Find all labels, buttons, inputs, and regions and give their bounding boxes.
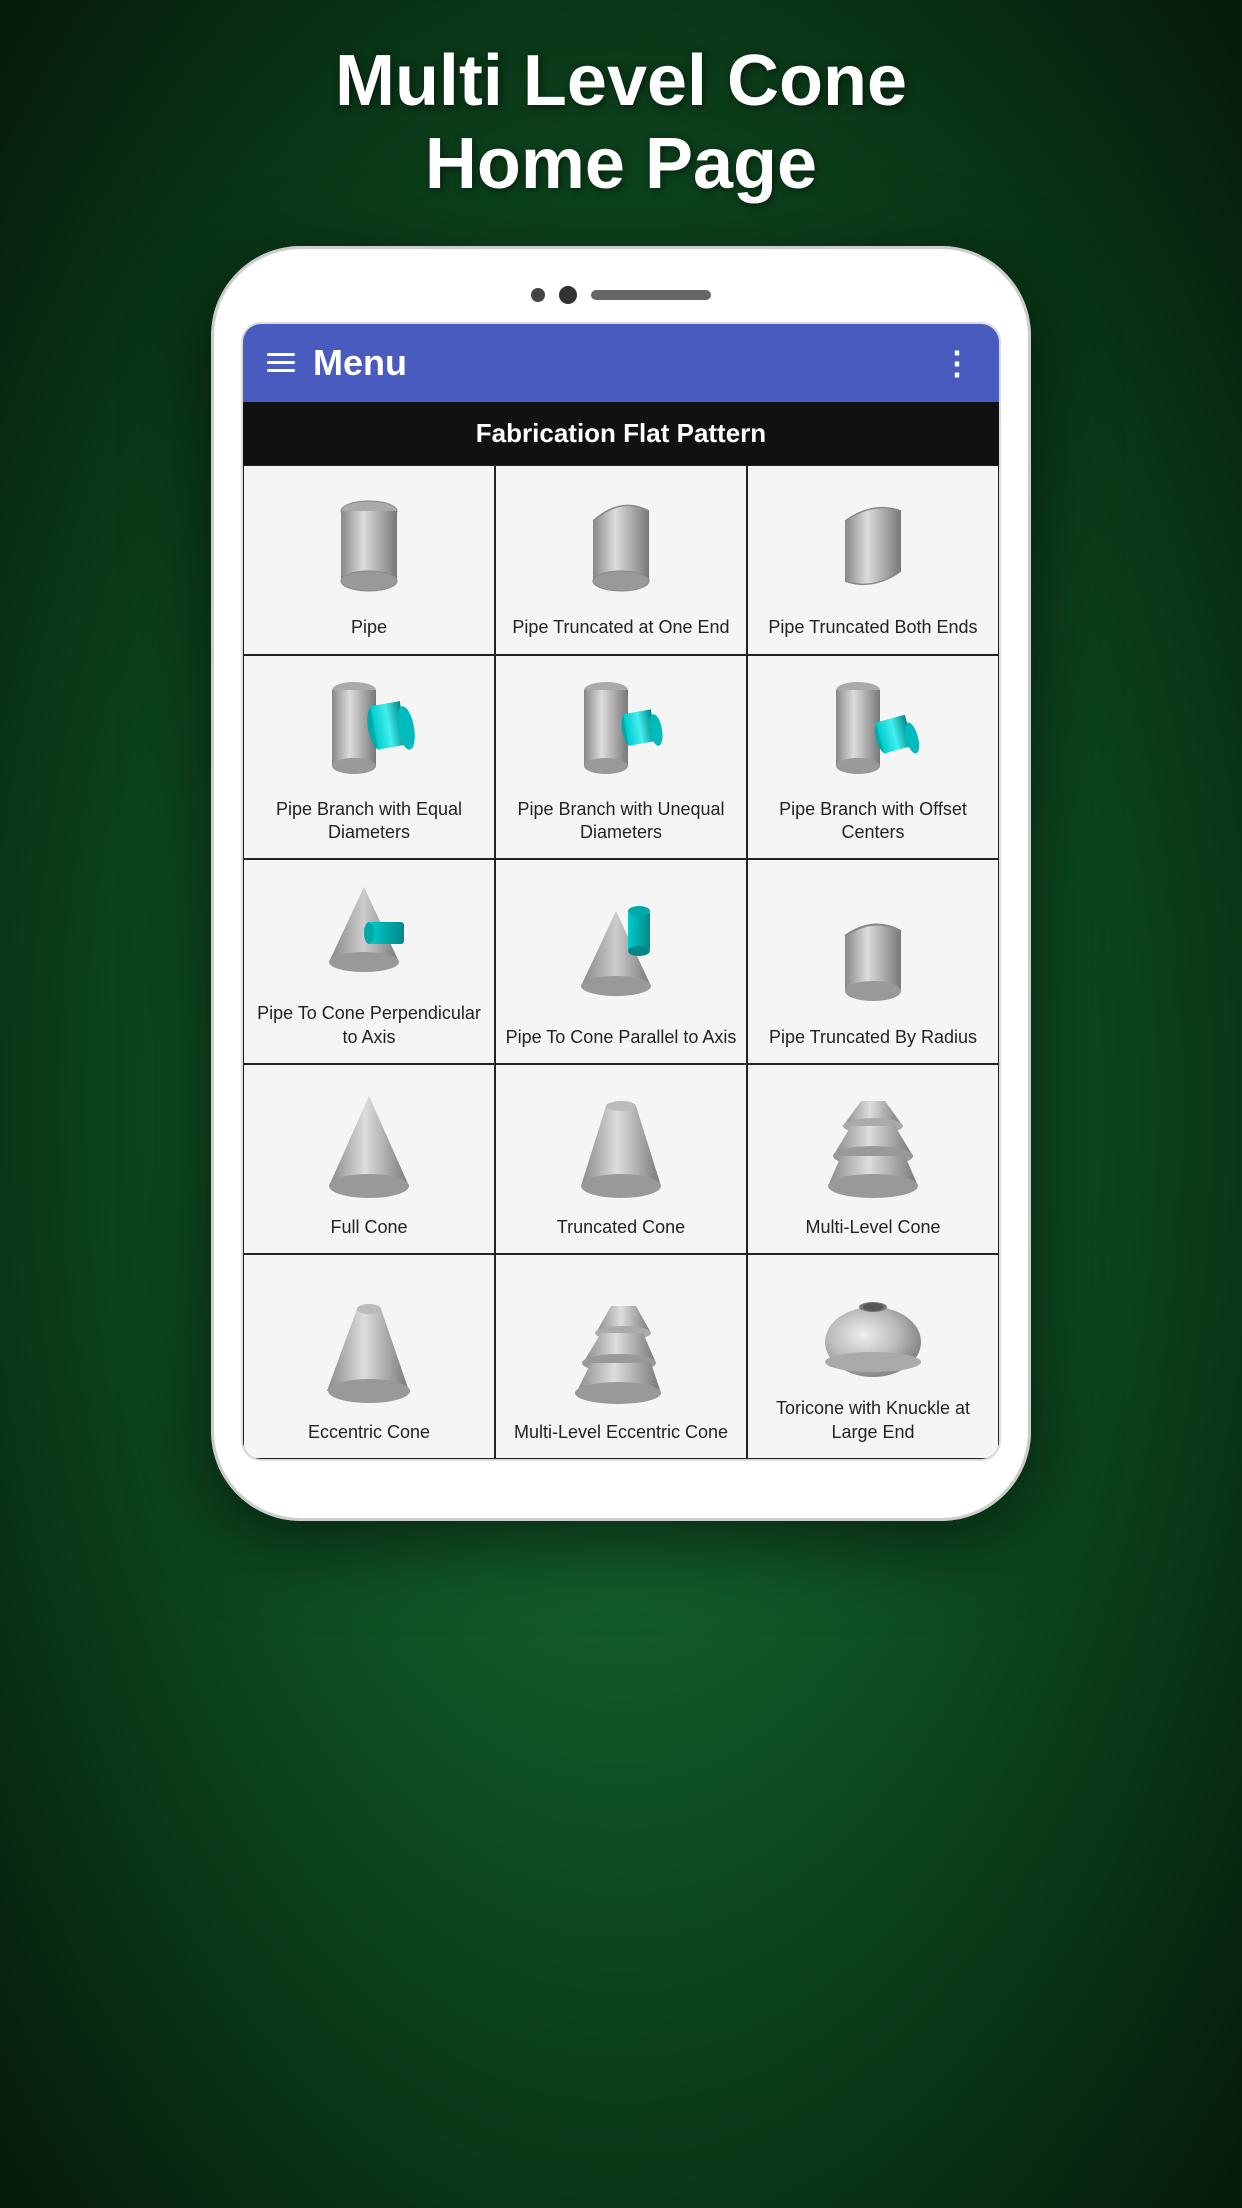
pipe-cone-parallel-image xyxy=(566,896,676,1016)
pipe-cone-perp-image xyxy=(314,872,424,992)
multi-level-eccentric-label: Multi-Level Eccentric Cone xyxy=(514,1421,728,1444)
multi-level-cone-label: Multi-Level Cone xyxy=(805,1216,940,1239)
grid-item-pipe-truncated-both[interactable]: Pipe Truncated Both Ends xyxy=(747,465,999,655)
grid-item-pipe-branch-offset[interactable]: Pipe Branch with Offset Centers xyxy=(747,655,999,860)
grid-item-truncated-cone[interactable]: Truncated Cone xyxy=(495,1064,747,1254)
pipe-truncated-both-image xyxy=(818,486,928,606)
truncated-cone-image xyxy=(566,1086,676,1206)
pipe-branch-offset-image xyxy=(818,668,928,788)
truncated-cone-label: Truncated Cone xyxy=(557,1216,685,1239)
grid-item-eccentric-cone[interactable]: Eccentric Cone xyxy=(243,1254,495,1459)
multi-level-cone-image xyxy=(818,1086,928,1206)
grid-item-pipe-branch-unequal[interactable]: Pipe Branch with Unequal Diameters xyxy=(495,655,747,860)
phone-notch xyxy=(241,286,1001,304)
camera-dot xyxy=(559,286,577,304)
grid-item-multi-level-eccentric[interactable]: Multi-Level Eccentric Cone xyxy=(495,1254,747,1459)
grid-item-full-cone[interactable]: Full Cone xyxy=(243,1064,495,1254)
pipe-cone-perp-label: Pipe To Cone Perpendicular to Axis xyxy=(252,1002,486,1049)
toricone-label: Toricone with Knuckle at Large End xyxy=(756,1397,990,1444)
pipe-label: Pipe xyxy=(351,616,387,639)
pipe-truncated-both-label: Pipe Truncated Both Ends xyxy=(768,616,977,639)
speaker xyxy=(591,290,711,300)
full-cone-image xyxy=(314,1086,424,1206)
multi-level-eccentric-image xyxy=(566,1291,676,1411)
pipe-branch-equal-image xyxy=(314,668,424,788)
pipe-branch-unequal-label: Pipe Branch with Unequal Diameters xyxy=(504,798,738,845)
more-options-icon[interactable]: ⋮ xyxy=(941,344,975,382)
pipe-branch-equal-label: Pipe Branch with Equal Diameters xyxy=(252,798,486,845)
hamburger-icon[interactable] xyxy=(267,353,295,372)
page-title: Multi Level Cone Home Page xyxy=(335,40,907,206)
toricone-image xyxy=(818,1267,928,1387)
eccentric-cone-image xyxy=(314,1291,424,1411)
pipe-cone-parallel-label: Pipe To Cone Parallel to Axis xyxy=(506,1026,737,1049)
pipe-branch-unequal-image xyxy=(566,668,676,788)
front-camera xyxy=(531,288,545,302)
pipe-branch-offset-label: Pipe Branch with Offset Centers xyxy=(756,798,990,845)
pipe-truncated-radius-image xyxy=(818,896,928,1016)
grid-item-pipe-cone-perp[interactable]: Pipe To Cone Perpendicular to Axis xyxy=(243,859,495,1064)
eccentric-cone-label: Eccentric Cone xyxy=(308,1421,430,1444)
grid-item-pipe-branch-equal[interactable]: Pipe Branch with Equal Diameters xyxy=(243,655,495,860)
grid-item-toricone[interactable]: Toricone with Knuckle at Large End xyxy=(747,1254,999,1459)
pipe-image xyxy=(314,486,424,606)
full-cone-label: Full Cone xyxy=(330,1216,407,1239)
grid-item-pipe-truncated-radius[interactable]: Pipe Truncated By Radius xyxy=(747,859,999,1064)
grid-item-pipe-truncated-one[interactable]: Pipe Truncated at One End xyxy=(495,465,747,655)
grid-item-multi-level-cone[interactable]: Multi-Level Cone xyxy=(747,1064,999,1254)
menu-title: Menu xyxy=(313,342,407,384)
grid-item-pipe[interactable]: Pipe xyxy=(243,465,495,655)
section-header: Fabrication Flat Pattern xyxy=(243,402,999,465)
phone-frame: Menu ⋮ Fabrication Flat Pattern xyxy=(211,246,1031,1521)
items-grid: Pipe xyxy=(243,465,999,1459)
pipe-truncated-radius-label: Pipe Truncated By Radius xyxy=(769,1026,977,1049)
app-header: Menu ⋮ xyxy=(243,324,999,402)
phone-screen: Menu ⋮ Fabrication Flat Pattern xyxy=(241,322,1001,1461)
header-left: Menu xyxy=(267,342,407,384)
grid-item-pipe-cone-parallel[interactable]: Pipe To Cone Parallel to Axis xyxy=(495,859,747,1064)
pipe-truncated-one-image xyxy=(566,486,676,606)
pipe-truncated-one-label: Pipe Truncated at One End xyxy=(512,616,729,639)
